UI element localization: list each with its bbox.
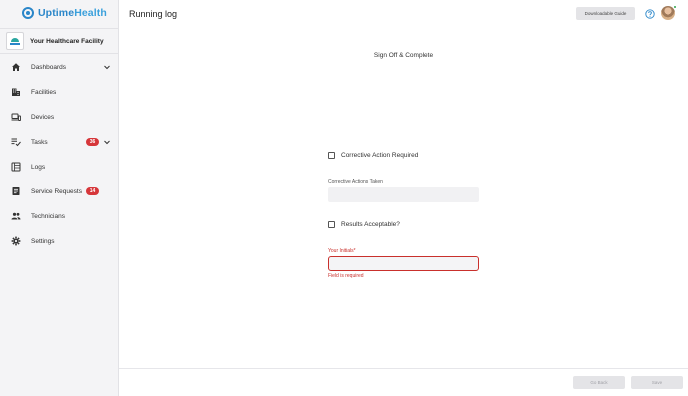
sidebar-item-tasks[interactable]: Tasks 36 xyxy=(0,132,119,152)
app-root: UptimeHealth Your Healthcare Facility Da… xyxy=(0,0,688,396)
home-icon xyxy=(11,62,21,72)
section-title: Sign Off & Complete xyxy=(373,52,434,59)
sidebar-item-label: Tasks xyxy=(31,138,48,146)
service-requests-count-badge: 14 xyxy=(86,187,99,195)
top-header: Running log Downloadable Guide xyxy=(119,0,688,28)
sidebar-item-dashboards[interactable]: Dashboards xyxy=(0,57,119,77)
go-back-button[interactable]: Go Back xyxy=(573,376,625,389)
initials-label: Your Initials* xyxy=(328,248,356,254)
log-icon xyxy=(11,162,21,172)
task-list-icon xyxy=(11,137,21,147)
sidebar-item-label: Logs xyxy=(31,163,46,171)
form-footer: Go Back Save xyxy=(119,368,688,396)
main-content: Sign Off & Complete Corrective Action Re… xyxy=(119,28,688,368)
sidebar: UptimeHealth Your Healthcare Facility Da… xyxy=(0,0,119,396)
sidebar-item-label: Settings xyxy=(31,237,55,245)
save-button[interactable]: Save xyxy=(631,376,683,389)
sidebar-item-label: Dashboards xyxy=(31,63,67,71)
facility-name: Your Healthcare Facility xyxy=(30,37,104,45)
sidebar-item-devices[interactable]: Devices xyxy=(0,107,119,127)
results-acceptable-checkbox-row[interactable]: Results Acceptable? xyxy=(328,221,400,228)
downloadable-guide-button[interactable]: Downloadable Guide xyxy=(576,7,635,20)
sidebar-item-technicians[interactable]: Technicians xyxy=(0,206,119,226)
corrective-action-required-checkbox[interactable] xyxy=(328,152,335,159)
devices-icon xyxy=(11,112,21,122)
sidebar-item-label: Devices xyxy=(31,113,55,121)
brand-logo[interactable]: UptimeHealth xyxy=(22,6,107,20)
chevron-down-icon[interactable] xyxy=(103,63,111,71)
corrective-action-required-checkbox-row[interactable]: Corrective Action Required xyxy=(328,152,418,159)
logo-icon xyxy=(22,7,34,19)
results-acceptable-label: Results Acceptable? xyxy=(341,221,400,228)
chevron-down-icon[interactable] xyxy=(103,138,111,146)
initials-field[interactable] xyxy=(328,256,479,271)
sidebar-item-label: Facilities xyxy=(31,88,57,96)
tasks-count-badge: 36 xyxy=(86,138,99,146)
corrective-action-required-label: Corrective Action Required xyxy=(341,152,419,159)
sidebar-item-service-requests[interactable]: Service Requests 14 xyxy=(0,181,119,201)
sidebar-item-logs[interactable]: Logs xyxy=(0,157,119,177)
facility-logo-icon xyxy=(6,32,24,50)
sidebar-item-label: Technicians xyxy=(31,212,65,220)
sidebar-item-settings[interactable]: Settings xyxy=(0,231,119,251)
help-circle-icon[interactable] xyxy=(645,9,655,19)
people-icon xyxy=(11,211,21,221)
gear-icon xyxy=(11,236,21,246)
document-icon xyxy=(11,186,21,196)
sidebar-item-facilities[interactable]: Facilities xyxy=(0,82,119,102)
building-icon xyxy=(11,87,21,97)
facility-selector[interactable]: Your Healthcare Facility xyxy=(0,28,119,54)
online-status-indicator xyxy=(673,5,677,9)
corrective-actions-taken-label: Corrective Actions Taken xyxy=(328,179,383,185)
sidebar-item-label: Service Requests xyxy=(31,187,82,195)
results-acceptable-checkbox[interactable] xyxy=(328,221,335,228)
initials-error-message: Field is required xyxy=(328,273,364,279)
brand-name: UptimeHealth xyxy=(38,7,107,19)
corrective-actions-taken-field[interactable] xyxy=(328,187,479,202)
page-title: Running log xyxy=(129,9,178,19)
